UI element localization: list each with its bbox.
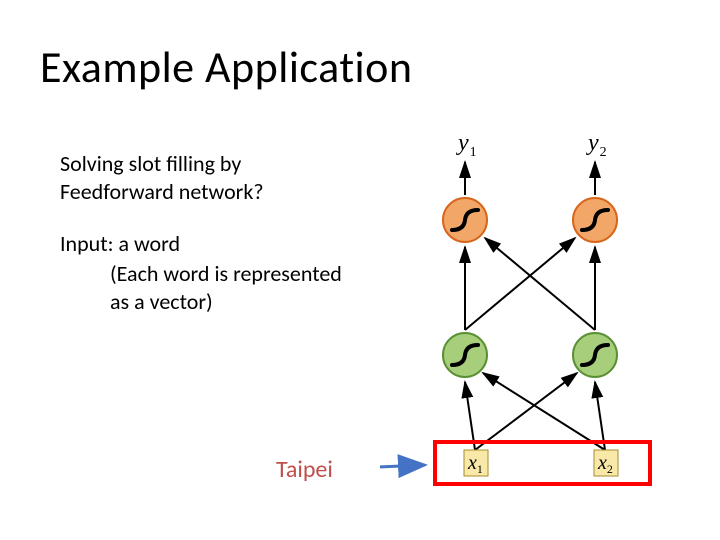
x1-sub: 1 <box>477 462 483 476</box>
input-note: (Each word is represented as a vector) <box>110 260 342 315</box>
y1-label: y <box>456 130 469 156</box>
input-label: Input: a word <box>60 230 180 257</box>
x1-label: x <box>467 452 477 474</box>
y2-label: y <box>586 130 599 156</box>
svg-text:y2: y2 <box>586 130 607 160</box>
input-note-line-1: (Each word is represented <box>110 260 342 287</box>
layer-bottom <box>443 333 617 377</box>
x2-sub: 2 <box>607 462 613 476</box>
svg-text:y1: y1 <box>456 130 477 160</box>
question-line-1: Solving slot filling by <box>60 150 241 177</box>
page-title: Example Application <box>40 40 412 94</box>
output-labels: y1 y2 <box>456 130 607 160</box>
arrow-taipei <box>380 465 425 468</box>
edges-x-h2 <box>465 373 605 450</box>
question-text: Solving slot filling by Feedforward netw… <box>60 150 264 205</box>
input-note-line-2: as a vector) <box>110 288 213 315</box>
x2-label: x <box>597 452 607 474</box>
layer-top <box>443 198 617 242</box>
nn-diagram: y1 y2 x1 x2 <box>380 130 700 500</box>
input-chips: x1 x2 <box>464 450 618 476</box>
y2-sub: 2 <box>600 145 607 160</box>
question-line-2: Feedforward network? <box>60 178 264 205</box>
taipei-label: Taipei <box>276 455 333 484</box>
y1-sub: 1 <box>470 145 477 160</box>
edges-h2-h1 <box>465 238 595 330</box>
